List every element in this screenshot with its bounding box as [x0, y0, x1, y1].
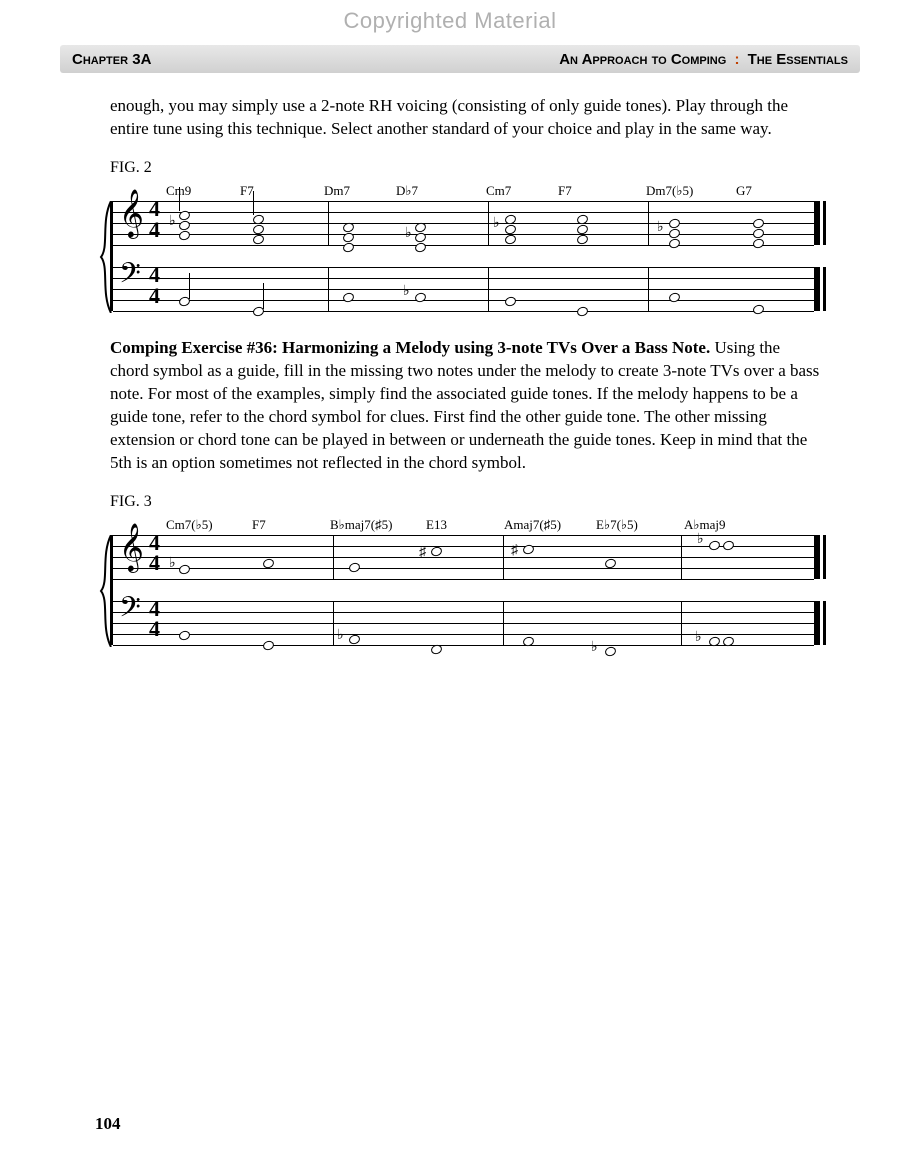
- barline: [333, 601, 334, 645]
- chord: A♭maj9: [684, 517, 764, 533]
- chord: E♭7(♭5): [596, 517, 684, 533]
- bass-staff: 𝄢 4 4 ♭ ♭ ♭: [113, 601, 820, 645]
- flat-icon: ♭: [591, 641, 598, 655]
- flat-icon: ♭: [169, 557, 176, 571]
- brace-icon: [99, 535, 113, 645]
- barline: [648, 267, 649, 311]
- notehead: [604, 645, 617, 657]
- flat-icon: ♭: [657, 221, 664, 235]
- time-signature: 4 4: [149, 199, 160, 241]
- watermark: Copyrighted Material: [0, 8, 900, 34]
- page-number: 104: [95, 1114, 121, 1134]
- barline: [648, 201, 649, 245]
- sharp-icon: ♯: [511, 543, 518, 559]
- fig2-chords: Cm9 F7 Dm7 D♭7 Cm7 F7 Dm7(♭5) G7: [110, 183, 820, 199]
- flat-icon: ♭: [493, 217, 500, 231]
- barline: [681, 601, 682, 645]
- chapter-label: Chapter 3A: [72, 51, 151, 68]
- treble-clef-icon: 𝄞: [119, 527, 144, 569]
- treble-staff: 𝄞 4 4 ♭ ♭ ♭: [113, 201, 820, 245]
- stem: [263, 283, 264, 309]
- barline: [503, 601, 504, 645]
- treble-staff: 𝄞 4 4 ♭ ♯ ♯ ♭: [113, 535, 820, 579]
- barline: [333, 535, 334, 579]
- fig3-system: 𝄞 4 4 ♭ ♯ ♯ ♭ 𝄢: [110, 535, 820, 645]
- barline: [328, 267, 329, 311]
- flat-icon: ♭: [695, 631, 702, 645]
- title-prefix: An Approach to Comping: [559, 51, 726, 68]
- bass-staff: 𝄢 4 4 ♭: [113, 267, 820, 311]
- fig3-label: FIG. 3: [110, 493, 820, 511]
- chord: D♭7: [396, 183, 486, 199]
- flat-icon: ♭: [169, 215, 176, 229]
- chord: Cm9: [166, 183, 240, 199]
- chord: Cm7: [486, 183, 558, 199]
- barline: [681, 535, 682, 579]
- flat-icon: ♭: [403, 285, 410, 299]
- chord: F7: [558, 183, 646, 199]
- barline: [488, 201, 489, 245]
- flat-icon: ♭: [697, 533, 704, 547]
- chapter-title: An Approach to Comping : The Essentials: [559, 51, 848, 68]
- stem: [189, 273, 190, 299]
- sharp-icon: ♯: [419, 545, 426, 561]
- title-separator: :: [734, 51, 739, 68]
- stem: [179, 187, 180, 211]
- barline: [488, 267, 489, 311]
- barline: [503, 535, 504, 579]
- time-signature: 4 4: [149, 599, 160, 641]
- exercise-paragraph: Comping Exercise #36: Harmonizing a Melo…: [110, 337, 820, 475]
- fig2-label: FIG. 2: [110, 159, 820, 177]
- bass-clef-icon: 𝄢: [119, 595, 141, 629]
- time-signature: 4 4: [149, 533, 160, 575]
- intro-paragraph: enough, you may simply use a 2-note RH v…: [110, 95, 820, 141]
- treble-clef-icon: 𝄞: [119, 193, 144, 235]
- barline: [328, 201, 329, 245]
- time-signature: 4 4: [149, 265, 160, 307]
- chord: G7: [736, 183, 796, 199]
- exercise-title: Comping Exercise #36: Harmonizing a Melo…: [110, 338, 710, 357]
- brace-icon: [99, 201, 113, 311]
- title-suffix: The Essentials: [748, 51, 848, 68]
- bass-clef-icon: 𝄢: [119, 261, 141, 295]
- exercise-body: Using the chord symbol as a guide, fill …: [110, 338, 819, 472]
- chord: F7: [252, 517, 330, 533]
- chapter-header: Chapter 3A An Approach to Comping : The …: [60, 45, 860, 73]
- stem: [253, 191, 254, 215]
- chord: E13: [426, 517, 504, 533]
- fig2-system: 𝄞 4 4 ♭ ♭ ♭: [110, 201, 820, 311]
- chord: Cm7(♭5): [166, 517, 252, 533]
- chord: Dm7: [324, 183, 396, 199]
- chord: Amaj7(♯5): [504, 517, 596, 533]
- flat-icon: ♭: [405, 227, 412, 241]
- fig3-chords: Cm7(♭5) F7 B♭maj7(♯5) E13 Amaj7(♯5) E♭7(…: [110, 517, 820, 533]
- chord: Dm7(♭5): [646, 183, 736, 199]
- chord: B♭maj7(♯5): [330, 517, 426, 533]
- flat-icon: ♭: [337, 629, 344, 643]
- page-content: enough, you may simply use a 2-note RH v…: [110, 95, 820, 671]
